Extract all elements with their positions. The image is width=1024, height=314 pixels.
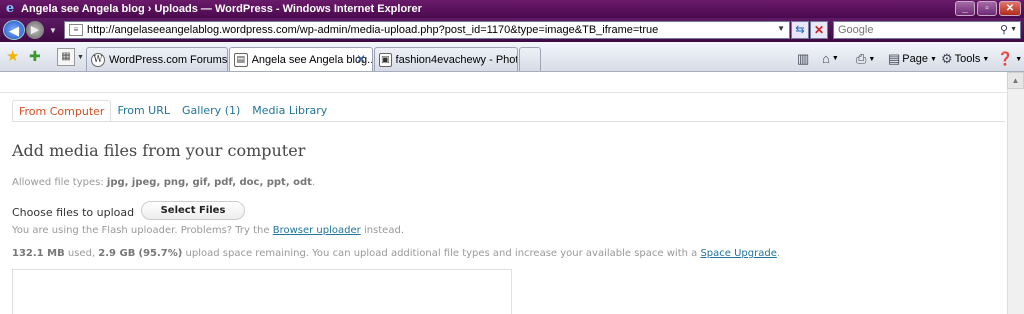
tab-list-dropdown-icon[interactable]: ▼ <box>77 54 84 61</box>
page-icon: ≡ <box>69 24 83 36</box>
address-url[interactable]: http://angelaseeangelablog.wordpress.com… <box>87 24 658 36</box>
chevron-down-icon: ▼ <box>930 55 937 63</box>
print-icon: ⎙ <box>856 51 867 66</box>
photobucket-icon: ▣ <box>379 52 392 67</box>
used-label: used, <box>67 248 96 259</box>
upload-queue-box <box>12 269 512 314</box>
print-dropdown-icon[interactable]: ▼ <box>868 56 875 63</box>
feeds-icon: ▥ <box>797 51 810 66</box>
flash-uploader-note: You are using the Flash uploader. Proble… <box>12 225 404 236</box>
space-used: 132.1 MB <box>12 248 65 259</box>
browser-uploader-link[interactable]: Browser uploader <box>273 225 361 236</box>
add-favorites-icon[interactable]: ✚ <box>29 49 41 64</box>
space-remaining: 2.9 GB <box>98 248 136 259</box>
upload-space-note: 132.1 MB used, 2.9 GB (95.7%) upload spa… <box>12 248 780 259</box>
page-content: ▲ From Computer From URL Gallery (1) Med… <box>0 72 1024 314</box>
help-dropdown-icon[interactable]: ▼ <box>1015 56 1022 63</box>
stop-button[interactable]: ✕ <box>810 21 828 39</box>
gear-icon: ⚙ <box>941 51 953 66</box>
address-bar[interactable]: ≡ http://angelaseeangelablog.wordpress.c… <box>64 21 790 39</box>
select-files-button[interactable]: Select Files <box>141 201 245 220</box>
feeds-button[interactable]: ▥ <box>797 51 809 67</box>
search-icon[interactable]: ⚲ <box>1000 23 1008 36</box>
window-title: Angela see Angela blog › Uploads — WordP… <box>21 3 422 15</box>
quick-tabs-button[interactable]: ▦ <box>57 48 75 66</box>
flash-text: You are using the Flash uploader. Proble… <box>12 225 270 236</box>
window-controls: _ ▫ ✕ <box>955 1 1021 16</box>
tools-menu[interactable]: ⚙ Tools ▼ <box>941 51 989 67</box>
address-dropdown-icon[interactable]: ▼ <box>777 24 785 33</box>
page-menu[interactable]: ▤ Page ▼ <box>888 51 937 67</box>
help-button[interactable]: ❓ ▼ <box>997 51 1022 67</box>
print-button[interactable]: ⎙ ▼ <box>856 51 875 67</box>
tab-label: WordPress.com Forums <box>108 53 227 66</box>
page-title: Add media files from your computer <box>12 141 306 160</box>
chevron-down-icon: ▼ <box>982 55 990 63</box>
media-tabs: From Computer From URL Gallery (1) Media… <box>12 100 333 122</box>
tab-angela-blog[interactable]: ▤ Angela see Angela blog... ✕ <box>229 47 373 71</box>
flash-suffix: instead. <box>363 225 404 236</box>
choose-files-label: Choose files to upload <box>12 206 135 219</box>
minimize-button[interactable]: _ <box>955 1 975 16</box>
home-icon: ⌂ <box>822 51 830 66</box>
tools-menu-label: Tools <box>954 53 981 65</box>
maximize-button[interactable]: ▫ <box>977 1 997 16</box>
space-percent: (95.7%) <box>138 248 183 259</box>
page-icon: ▤ <box>234 52 248 67</box>
recent-pages-dropdown[interactable]: ▼ <box>49 26 57 35</box>
close-button[interactable]: ✕ <box>999 1 1021 16</box>
tab-bar: ★ ✚ ▦ ▼ W WordPress.com Forums ▤ Angela … <box>0 42 1024 72</box>
new-tab-button[interactable] <box>519 47 541 71</box>
tab-divider <box>12 121 1005 122</box>
close-tab-icon[interactable]: ✕ <box>356 52 366 66</box>
search-input[interactable] <box>838 24 988 36</box>
space-text: upload space remaining. You can upload a… <box>185 248 698 259</box>
scroll-up-arrow[interactable]: ▲ <box>1007 72 1024 89</box>
favorites-star-icon[interactable]: ★ <box>6 49 19 64</box>
title-bar: e Angela see Angela blog › Uploads — Wor… <box>0 0 1024 18</box>
allowed-suffix: . <box>311 177 316 188</box>
allowed-file-types: Allowed file types: jpg, jpeg, png, gif,… <box>12 177 315 188</box>
page-menu-label: Page <box>902 53 928 65</box>
help-icon: ❓ <box>997 51 1014 66</box>
tab-from-url[interactable]: From URL <box>111 100 176 122</box>
refresh-button[interactable]: ⇆ <box>791 21 809 39</box>
ie-logo-icon: e <box>5 1 15 16</box>
tab-label: Angela see Angela blog... <box>251 53 372 66</box>
home-button[interactable]: ⌂ ▼ <box>822 51 839 66</box>
page-icon: ▤ <box>888 51 901 66</box>
space-upgrade-link[interactable]: Space Upgrade <box>700 248 776 259</box>
home-dropdown-icon[interactable]: ▼ <box>832 55 839 62</box>
vertical-scrollbar[interactable] <box>1007 72 1024 314</box>
search-dropdown-icon[interactable]: ▼ <box>1010 26 1017 33</box>
allowed-label: Allowed file types: <box>12 177 104 188</box>
wordpress-icon: W <box>91 52 105 67</box>
tab-gallery[interactable]: Gallery (1) <box>176 100 246 122</box>
space-suffix: . <box>776 248 781 259</box>
back-button[interactable]: ◀ <box>3 20 25 40</box>
tab-from-computer[interactable]: From Computer <box>12 100 112 122</box>
search-box: ⚲ ▼ <box>833 21 1021 39</box>
tab-media-library[interactable]: Media Library <box>246 100 333 122</box>
tab-label: fashion4evachewy - Photo... <box>395 53 517 66</box>
tab-fashion4evachewy[interactable]: ▣ fashion4evachewy - Photo... <box>374 47 518 71</box>
allowed-types-list: jpg, jpeg, png, gif, pdf, doc, ppt, odt <box>106 177 312 188</box>
tab-wordpress-forums[interactable]: W WordPress.com Forums <box>86 47 228 71</box>
forward-button[interactable]: ▶ <box>26 21 44 39</box>
address-row: ◀ ▶ ▼ ≡ http://angelaseeangelablog.wordp… <box>0 18 1024 42</box>
